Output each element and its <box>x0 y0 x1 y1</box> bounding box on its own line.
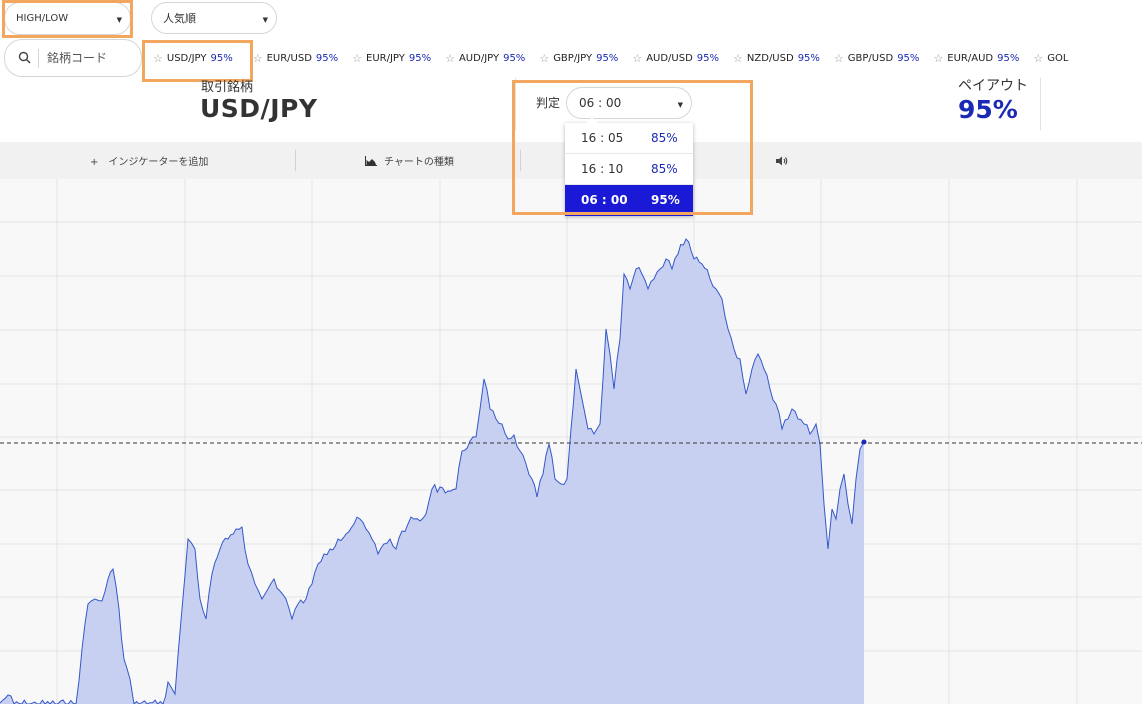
option-time: 06 : 00 <box>581 193 628 207</box>
search-divider <box>38 49 39 68</box>
pair-name: EUR/USD <box>266 52 312 64</box>
chevron-down-icon: ▼ <box>262 16 268 24</box>
judgement-label: 判定 <box>536 96 561 110</box>
pair-payout: 95% <box>596 52 619 64</box>
star-icon[interactable]: ☆ <box>352 52 362 65</box>
trade-type-value: HIGH/LOW <box>16 13 69 24</box>
pair-payout: 95% <box>897 52 920 64</box>
pair-name: GOL <box>1047 52 1069 64</box>
chevron-down-icon: ▼ <box>116 16 122 24</box>
symbol-code-input[interactable] <box>47 48 137 68</box>
pair-item-gbp-usd[interactable]: ☆ GBP/USD 95% <box>834 40 920 76</box>
option-time: 16 : 05 <box>581 131 624 145</box>
pair-name: USD/JPY <box>166 52 207 64</box>
instrument-label: 取引銘柄 <box>201 80 254 95</box>
sort-order-value: 人気順 <box>163 12 196 25</box>
pair-payout: 95% <box>210 52 233 64</box>
add-indicator-label: + インジケーターを追加 <box>90 157 209 168</box>
pair-item-eur-aud[interactable]: ☆ EUR/AUD 95% <box>933 40 1019 76</box>
symbol-search[interactable] <box>4 39 142 77</box>
chart-type-button[interactable]: チャートの種類 <box>365 142 454 179</box>
time-option-1610[interactable]: 16 : 10 85% <box>565 154 693 185</box>
time-option-1605[interactable]: 16 : 05 85% <box>565 123 693 154</box>
option-payout: 95% <box>651 193 680 207</box>
star-icon[interactable]: ☆ <box>933 52 943 65</box>
add-indicator-button[interactable]: + インジケーターを追加 <box>90 142 208 179</box>
option-payout: 85% <box>651 162 678 176</box>
sort-order-select[interactable]: 人気順 ▼ <box>151 2 277 34</box>
divider <box>1040 78 1041 130</box>
pair-item-nzd-usd[interactable]: ☆ NZD/USD 95% <box>733 40 820 76</box>
pair-list: ☆ USD/JPY 95% ☆ EUR/USD 95% ☆ EUR/JPY 95… <box>145 40 1142 76</box>
pair-name: EUR/AUD <box>947 52 994 64</box>
star-icon[interactable]: ☆ <box>445 52 455 65</box>
star-icon[interactable]: ☆ <box>834 52 844 65</box>
pair-item-gbp-jpy[interactable]: ☆ GBP/JPY 95% <box>539 40 618 76</box>
pair-name: GBP/USD <box>847 52 894 64</box>
current-price-dot <box>861 439 867 445</box>
pair-payout: 95% <box>997 52 1020 64</box>
pair-item-eur-usd[interactable]: ☆ EUR/USD 95% <box>253 40 338 76</box>
option-payout: 85% <box>651 131 678 145</box>
pair-name: AUD/JPY <box>458 52 500 64</box>
pair-payout: 95% <box>408 52 432 64</box>
star-icon[interactable]: ☆ <box>733 52 743 65</box>
pair-payout: 95% <box>696 52 720 64</box>
time-option-0600-selected[interactable]: 06 : 00 95% <box>565 185 693 216</box>
star-icon[interactable]: ☆ <box>539 52 549 65</box>
pair-name: GBP/JPY <box>553 52 593 64</box>
judgement-time-dropdown: 16 : 05 85% 16 : 10 85% 06 : 00 95% <box>565 117 693 216</box>
area-chart-icon <box>365 155 377 166</box>
pair-item-gold[interactable]: ☆ GOL <box>1033 40 1068 76</box>
pair-item-usd-jpy[interactable]: ☆ USD/JPY 95% <box>153 40 233 76</box>
chevron-down-icon: ▼ <box>677 101 683 109</box>
pair-name: EUR/JPY <box>366 52 405 64</box>
pair-name: NZD/USD <box>746 52 794 64</box>
chart-type-label: チャートの種類 <box>384 157 454 168</box>
star-icon[interactable]: ☆ <box>632 52 642 65</box>
pair-item-eur-jpy[interactable]: ☆ EUR/JPY 95% <box>352 40 431 76</box>
divider <box>515 78 516 130</box>
pair-name: AUD/USD <box>646 52 693 64</box>
option-time: 16 : 10 <box>581 162 624 176</box>
pair-payout: 95% <box>797 52 820 64</box>
toolbar-divider <box>520 150 521 171</box>
star-icon[interactable]: ☆ <box>153 52 163 65</box>
sound-toggle-button[interactable] <box>776 142 788 179</box>
pair-payout: 95% <box>503 52 526 64</box>
star-icon[interactable]: ☆ <box>253 52 263 65</box>
price-chart[interactable] <box>0 179 1142 704</box>
judgement-time-select[interactable]: 06 : 00 ▼ <box>566 87 692 119</box>
toolbar-divider <box>295 150 296 171</box>
payout-label: ペイアウト <box>958 78 1028 94</box>
instrument-name: USD/JPY <box>200 94 318 123</box>
pair-item-aud-usd[interactable]: ☆ AUD/USD 95% <box>632 40 719 76</box>
pair-payout: 95% <box>315 52 339 64</box>
judgement-time-value: 06 : 00 <box>579 96 622 110</box>
star-icon[interactable]: ☆ <box>1033 52 1043 65</box>
trade-type-select[interactable]: HIGH/LOW ▼ <box>4 2 131 35</box>
pair-item-aud-jpy[interactable]: ☆ AUD/JPY 95% <box>445 40 525 76</box>
speaker-icon <box>776 156 788 165</box>
search-icon <box>18 51 31 64</box>
payout-value: 95% <box>958 95 1018 124</box>
